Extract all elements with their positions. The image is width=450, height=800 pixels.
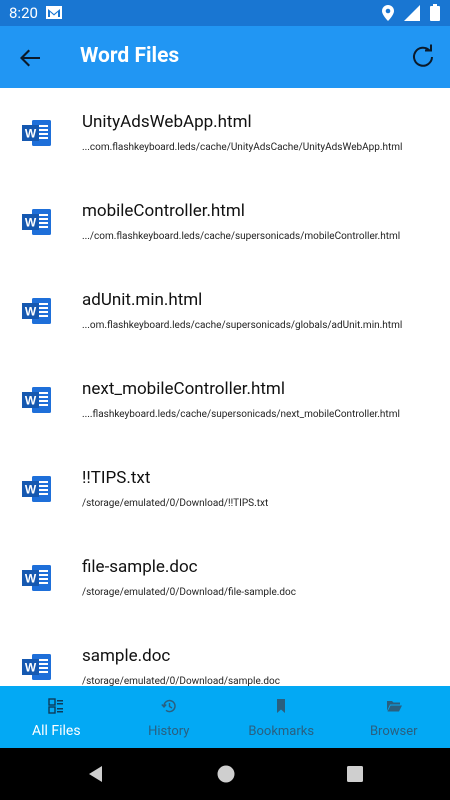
gmail-icon xyxy=(45,4,62,23)
file-name: !!TIPS.txt xyxy=(82,468,151,488)
file-name: file-sample.doc xyxy=(82,557,198,577)
word-file-icon: W xyxy=(22,118,52,148)
tab-label: Browser xyxy=(369,724,418,739)
tab-label: Bookmarks xyxy=(248,724,315,739)
page-title: Word Files xyxy=(80,44,180,68)
tab-all-files[interactable]: All Files xyxy=(0,686,113,748)
file-name: next_mobileController.html xyxy=(82,379,285,399)
file-name: sample.doc xyxy=(82,646,171,666)
file-row[interactable]: W sample.doc /storage/emulated/0/Downloa… xyxy=(0,622,450,686)
file-row[interactable]: W !!TIPS.txt /storage/emulated/0/Downloa… xyxy=(0,444,450,533)
tab-bookmarks[interactable]: Bookmarks xyxy=(225,686,338,748)
status-time: 8:20 xyxy=(9,4,38,22)
battery-icon xyxy=(430,4,440,25)
home-circle-icon[interactable] xyxy=(216,764,236,784)
bookmark-icon xyxy=(273,698,289,714)
file-row[interactable]: W next_mobileController.html ....flashke… xyxy=(0,355,450,444)
file-path: /storage/emulated/0/Download/!!TIPS.txt xyxy=(82,498,269,509)
file-row[interactable]: W UnityAdsWebApp.html ...com.flashkeyboa… xyxy=(0,88,450,177)
file-row[interactable]: W adUnit.min.html ...om.flashkeyboard.le… xyxy=(0,266,450,355)
recents-square-icon[interactable] xyxy=(345,764,365,784)
file-name: adUnit.min.html xyxy=(82,290,203,310)
svg-text:W: W xyxy=(25,572,37,586)
back-arrow-icon[interactable] xyxy=(16,44,44,72)
all-files-icon xyxy=(48,698,64,714)
history-icon xyxy=(161,698,177,714)
svg-text:W: W xyxy=(25,661,37,675)
file-name: mobileController.html xyxy=(82,201,245,221)
file-row[interactable]: W file-sample.doc /storage/emulated/0/Do… xyxy=(0,533,450,622)
file-path: ...om.flashkeyboard.leds/cache/supersoni… xyxy=(82,320,403,331)
svg-text:W: W xyxy=(25,305,37,319)
tab-label: History xyxy=(148,724,190,739)
tab-label: All Files xyxy=(31,723,81,739)
back-triangle-icon[interactable] xyxy=(86,764,106,784)
file-name: UnityAdsWebApp.html xyxy=(82,112,252,132)
word-file-icon: W xyxy=(22,474,52,504)
location-icon xyxy=(382,4,394,25)
signal-icon xyxy=(404,4,420,25)
word-file-icon: W xyxy=(22,563,52,593)
system-navigation-bar xyxy=(0,748,450,800)
file-path: .../com.flashkeyboard.leds/cache/superso… xyxy=(82,231,401,242)
word-file-icon: W xyxy=(22,296,52,326)
tab-browser[interactable]: Browser xyxy=(338,686,450,748)
app-bar: Word Files xyxy=(0,26,450,88)
svg-text:W: W xyxy=(25,127,37,141)
file-row[interactable]: W mobileController.html .../com.flashkey… xyxy=(0,177,450,266)
svg-text:W: W xyxy=(25,483,37,497)
file-list: W UnityAdsWebApp.html ...com.flashkeyboa… xyxy=(0,88,450,686)
folder-open-icon xyxy=(386,698,402,714)
file-path: /storage/emulated/0/Download/sample.doc xyxy=(82,676,280,686)
word-file-icon: W xyxy=(22,385,52,415)
file-path: ...com.flashkeyboard.leds/cache/UnityAds… xyxy=(82,142,403,153)
status-bar: 8:20 xyxy=(0,0,450,26)
bottom-navigation: All Files History Bookmarks Browser xyxy=(0,686,450,748)
svg-text:W: W xyxy=(25,216,37,230)
svg-text:W: W xyxy=(25,394,37,408)
file-path: ....flashkeyboard.leds/cache/supersonica… xyxy=(82,409,400,420)
tab-history[interactable]: History xyxy=(113,686,226,748)
file-path: /storage/emulated/0/Download/file-sample… xyxy=(82,587,296,598)
word-file-icon: W xyxy=(22,207,52,237)
refresh-icon[interactable] xyxy=(410,44,436,70)
word-file-icon: W xyxy=(22,652,52,682)
